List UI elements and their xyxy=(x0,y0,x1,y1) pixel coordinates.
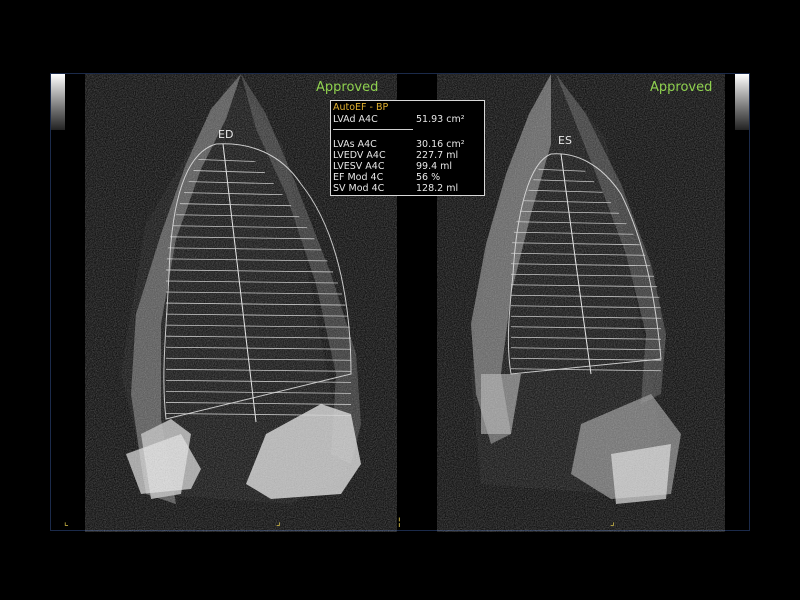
measurement-row: SV Mod 4C 128.2 ml xyxy=(333,183,482,194)
measurement-panel: AutoEF - BP LVAd A4C 51.93 cm² LVAs A4C … xyxy=(330,100,485,196)
measurement-name: LVAd A4C xyxy=(333,114,378,125)
measurement-name: SV Mod 4C xyxy=(333,183,385,194)
status-approved-left: Approved xyxy=(316,80,379,95)
measurement-primary: LVAd A4C 51.93 cm² xyxy=(333,114,482,125)
measurement-value: 56 % xyxy=(416,172,441,183)
measurement-name: LVESV A4C xyxy=(333,161,385,172)
time-marker-icon: ⌞ xyxy=(64,517,69,528)
measurement-value: 128.2 ml xyxy=(416,183,459,194)
time-marker-icon: ¦ xyxy=(398,517,401,528)
measurement-row: LVAs A4C 30.16 cm² xyxy=(333,139,482,150)
measurement-value: 30.16 cm² xyxy=(416,139,465,150)
gray-scale-bar-right xyxy=(735,74,749,130)
measurement-row: LVEDV A4C 227.7 ml xyxy=(333,150,482,161)
measurement-value: 51.93 cm² xyxy=(416,114,465,125)
measurement-row: LVESV A4C 99.4 ml xyxy=(333,161,482,172)
measurement-title: AutoEF - BP xyxy=(333,102,389,113)
measurement-name: LVAs A4C xyxy=(333,139,377,150)
divider xyxy=(333,129,413,130)
right-echo-image xyxy=(461,74,701,514)
measurement-name: LVEDV A4C xyxy=(333,150,386,161)
measurement-name: EF Mod 4C xyxy=(333,172,384,183)
view-label-ed: ED xyxy=(218,128,234,141)
gray-scale-bar-left xyxy=(51,74,65,130)
view-label-es: ES xyxy=(558,134,572,147)
time-marker-icon: ⌟ xyxy=(276,517,281,528)
measurement-value: 99.4 ml xyxy=(416,161,453,172)
measurement-value: 227.7 ml xyxy=(416,150,459,161)
time-marker-icon: ⌟ xyxy=(610,517,615,528)
status-approved-right: Approved xyxy=(650,80,713,95)
measurement-row: EF Mod 4C 56 % xyxy=(333,172,482,183)
